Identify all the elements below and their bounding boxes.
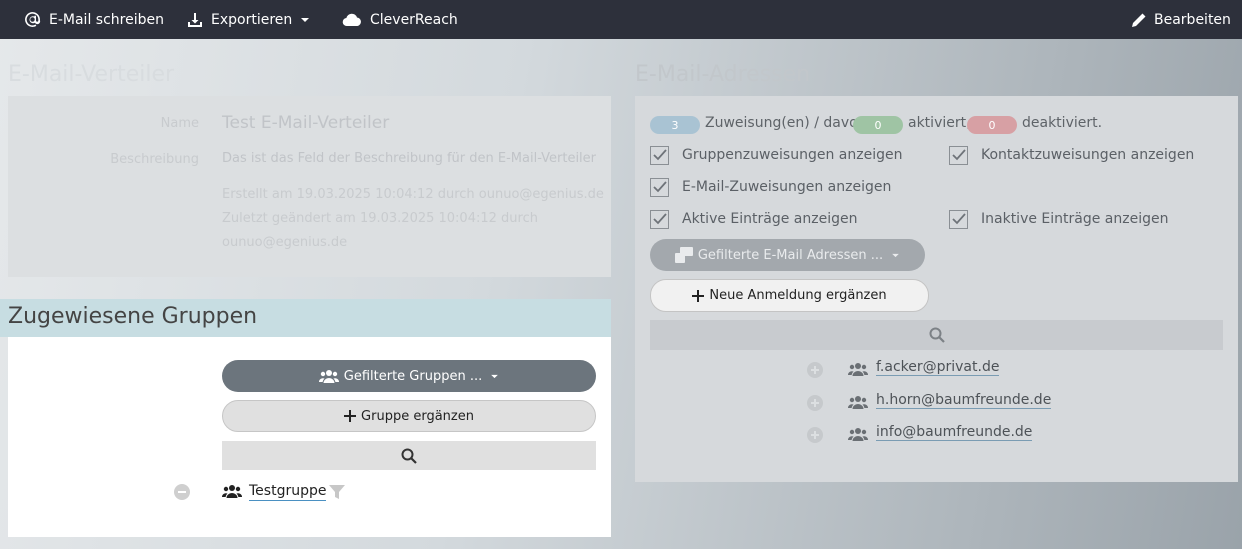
export-label: Exportieren [211,11,293,28]
email-assignments-label: E-Mail-Zuweisungen anzeigen [682,179,892,195]
email-search-bar[interactable] [650,320,1223,350]
cloud-icon [342,13,361,26]
active-entries-checkbox[interactable] [650,210,669,229]
add-email-icon[interactable] [807,427,823,443]
inactive-label: deaktiviert. [1022,115,1103,131]
filter-icon[interactable] [329,485,345,499]
users-icon [848,363,868,376]
cleverreach-button[interactable]: CleverReach [342,0,458,39]
filtered-groups-dropdown[interactable]: Gefilterte Gruppen ... [222,360,596,392]
distribution-section-title: E-Mail-Verteiler [8,62,175,87]
at-sign-icon [25,12,41,27]
email-write-label: E-Mail schreiben [49,11,164,28]
add-email-icon[interactable] [807,395,823,411]
export-dropdown[interactable]: Exportieren [187,0,310,39]
modified-user: ounuo@egenius.de [222,235,348,250]
name-label: Name [160,116,199,131]
edit-label: Bearbeiten [1154,11,1231,28]
modified-info: Zuletzt geändert am 19.03.2025 10:04:12 … [222,211,538,226]
users-icon [318,370,339,383]
inactive-entries-label: Inaktive Einträge anzeigen [981,211,1169,227]
checkmark-icon [952,213,966,225]
email-assignments-checkbox[interactable] [650,178,669,197]
group-search-bar[interactable] [222,441,596,470]
edit-button[interactable]: Bearbeiten [1131,0,1231,39]
name-value: Test E-Mail-Verteiler [222,113,390,133]
plus-icon [344,410,357,422]
mail-bulk-icon [674,247,693,263]
add-group-label: Gruppe ergänzen [361,408,474,424]
pencil-icon [1132,13,1146,27]
created-info: Erstellt am 19.03.2025 10:04:12 durch ou… [222,187,604,202]
caret-down-icon [491,374,499,378]
active-count-badge: 0 [853,116,903,134]
caret-down-icon [301,17,310,22]
new-subscription-label: Neue Anmeldung ergänzen [709,288,887,303]
top-navbar: E-Mail schreiben Exportieren CleverReach… [0,0,1242,39]
plus-icon [692,289,705,302]
filtered-emails-label: Gefilterte E-Mail Adressen ... [697,247,884,263]
email-list-item: h.horn@baumfreunde.de [807,392,1107,414]
email-write-button[interactable]: E-Mail schreiben [24,0,164,39]
group-list-item: Testgruppe [174,481,474,503]
description-label: Beschreibung [110,152,199,167]
remove-group-icon[interactable] [174,484,190,500]
addresses-section-title: E-Mail-Adressen [635,62,811,87]
users-icon [222,485,242,498]
search-icon [929,327,945,343]
email-link[interactable]: info@baumfreunde.de [876,424,1033,441]
email-list-item: info@baumfreunde.de [807,424,1107,446]
users-icon [848,396,868,409]
assignments-label: Zuweisung(en) / davon [705,115,867,131]
add-email-icon[interactable] [807,362,823,378]
checkmark-icon [653,181,667,193]
new-subscription-button[interactable]: Neue Anmeldung ergänzen [650,279,929,312]
description-value: Das ist das Feld der Beschreibung für de… [222,151,597,166]
assignments-count-badge: 3 [650,116,700,134]
filtered-groups-label: Gefilterte Gruppen ... [343,368,483,384]
active-entries-label: Aktive Einträge anzeigen [682,211,858,227]
checkmark-icon [653,213,667,225]
contact-assignments-label: Kontaktzuweisungen anzeigen [981,147,1195,163]
download-icon [188,12,202,27]
email-list-item: f.acker@privat.de [807,359,1107,381]
contact-assignments-checkbox[interactable] [949,146,968,165]
groups-panel: Gefilterte Gruppen ... Gruppe ergänzen T… [8,337,611,537]
inactive-entries-checkbox[interactable] [949,210,968,229]
distribution-details-panel: Name Test E-Mail-Verteiler Beschreibung … [8,96,611,277]
addresses-panel: 3 Zuweisung(en) / davon 0 aktiviert, 0 d… [635,96,1238,482]
filtered-emails-dropdown[interactable]: Gefilterte E-Mail Adressen ... [650,239,925,271]
checkmark-icon [653,149,667,161]
inactive-count-badge: 0 [967,116,1017,134]
email-link[interactable]: f.acker@privat.de [876,359,1000,376]
group-assignments-label: Gruppenzuweisungen anzeigen [682,147,903,163]
active-label: aktiviert, [908,115,971,131]
groups-section-title: Zugewiesene Gruppen [0,299,611,337]
group-assignments-checkbox[interactable] [650,146,669,165]
checkmark-icon [952,149,966,161]
users-icon [848,428,868,441]
add-group-button[interactable]: Gruppe ergänzen [222,400,596,432]
group-link[interactable]: Testgruppe [249,483,327,501]
email-link[interactable]: h.horn@baumfreunde.de [876,392,1052,409]
caret-down-icon [892,253,899,257]
cleverreach-label: CleverReach [370,11,458,28]
search-icon [401,448,417,464]
